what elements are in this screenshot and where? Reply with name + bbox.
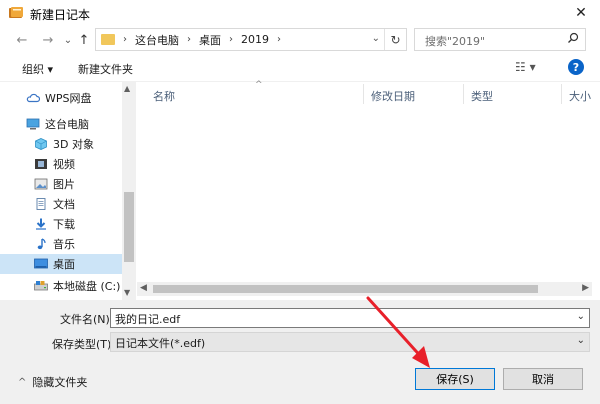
computer-icon xyxy=(26,118,40,130)
column-divider[interactable] xyxy=(463,84,464,104)
sidebar-item-documents[interactable]: 文档 xyxy=(0,194,122,214)
breadcrumb-separator: › xyxy=(123,34,127,45)
sidebar-item-label: 下载 xyxy=(53,218,75,231)
search-box[interactable]: 搜索"2019" xyxy=(414,28,586,51)
help-icon[interactable]: ? xyxy=(568,59,584,75)
back-arrow-icon[interactable]: ← xyxy=(14,32,30,48)
sidebar-item-label: WPS网盘 xyxy=(45,92,92,105)
address-bar[interactable]: › 这台电脑 › 桌面 › 2019 › ⌄ ↻ xyxy=(95,28,407,51)
column-divider[interactable] xyxy=(363,84,364,104)
column-header-type[interactable]: 类型 xyxy=(471,88,493,104)
sidebar-item-downloads[interactable]: 下载 xyxy=(0,214,122,234)
filename-label: 文件名(N): xyxy=(60,313,114,326)
sidebar-item-label: 音乐 xyxy=(53,238,75,251)
refresh-icon[interactable]: ↻ xyxy=(384,29,406,50)
window-title: 新建日记本 xyxy=(30,8,91,22)
sidebar-item-wps-cloud[interactable]: WPS网盘 xyxy=(0,88,122,108)
scroll-left-arrow-icon[interactable]: ◀ xyxy=(140,283,147,293)
scroll-down-arrow-icon[interactable]: ▼ xyxy=(124,288,130,297)
toolbar: 组织 ▾ 新建文件夹 ☷ ▾ ? xyxy=(0,54,600,82)
breadcrumb-this-pc[interactable]: 这台电脑 xyxy=(135,32,179,48)
sidebar-item-pictures[interactable]: 图片 xyxy=(0,174,122,194)
title-bar: 新建日记本 ✕ xyxy=(0,0,600,26)
dialog-footer: ^ 隐藏文件夹 保存(S) 取消 xyxy=(0,362,600,404)
horizontal-scrollbar[interactable]: ◀ ▶ xyxy=(137,282,592,296)
music-icon xyxy=(37,238,46,250)
sidebar-item-3d-objects[interactable]: 3D 对象 xyxy=(0,134,122,154)
sidebar-item-label: 桌面 xyxy=(53,258,75,271)
sidebar-item-label: 视频 xyxy=(53,158,75,171)
sidebar-item-videos[interactable]: 视频 xyxy=(0,154,122,174)
chevron-down-icon[interactable]: ⌄ xyxy=(577,311,585,322)
picture-icon xyxy=(34,178,48,190)
notebook-app-icon xyxy=(9,7,23,18)
document-icon xyxy=(36,198,46,210)
view-options-icon[interactable]: ☷ ▾ xyxy=(515,60,536,74)
recent-locations-chevron-icon[interactable]: ⌄ xyxy=(60,32,76,48)
hide-folders-label: 隐藏文件夹 xyxy=(32,376,88,389)
filename-value[interactable]: 我的日记.edf xyxy=(115,313,180,326)
column-header-size[interactable]: 大小 xyxy=(569,88,591,104)
sidebar-item-label: 文档 xyxy=(53,198,75,211)
column-divider[interactable] xyxy=(561,84,562,104)
new-folder-button[interactable]: 新建文件夹 xyxy=(78,61,133,77)
sidebar-item-this-pc[interactable]: 这台电脑 xyxy=(0,114,122,134)
chevron-down-icon[interactable]: ⌄ xyxy=(577,335,585,346)
drive-icon xyxy=(34,281,48,291)
sort-ascending-icon: ^ xyxy=(255,80,263,90)
cancel-button[interactable]: 取消 xyxy=(503,368,583,390)
column-header-name[interactable]: 名称 xyxy=(153,88,175,104)
organize-button[interactable]: 组织 ▾ xyxy=(22,61,53,77)
cube-icon xyxy=(35,138,47,150)
save-button[interactable]: 保存(S) xyxy=(415,368,495,390)
video-icon xyxy=(35,159,47,169)
scroll-up-arrow-icon[interactable]: ▲ xyxy=(124,84,130,93)
scrollbar-thumb[interactable] xyxy=(153,285,538,293)
filetype-select[interactable]: 日记本文件(*.edf) ⌄ xyxy=(110,332,590,352)
cloud-icon xyxy=(26,93,40,103)
navigation-pane: WPS网盘 这台电脑 3D 对象 视频 图片 文档 下载 音乐 桌面 本地磁盘 … xyxy=(0,82,136,300)
search-placeholder: 搜索"2019" xyxy=(425,35,486,48)
scroll-right-arrow-icon[interactable]: ▶ xyxy=(582,283,589,293)
sidebar-item-label: 这台电脑 xyxy=(45,118,89,131)
close-icon[interactable]: ✕ xyxy=(572,4,590,22)
forward-arrow-icon[interactable]: → xyxy=(40,32,56,48)
breadcrumb-separator[interactable]: › xyxy=(229,34,233,45)
column-header-date-modified[interactable]: 修改日期 xyxy=(371,88,415,104)
hide-folders-toggle[interactable]: ^ 隐藏文件夹 xyxy=(18,374,87,390)
breadcrumb-desktop[interactable]: 桌面 xyxy=(199,32,221,48)
filetype-label: 保存类型(T): xyxy=(52,338,116,351)
sidebar-item-music[interactable]: 音乐 xyxy=(0,234,122,254)
sidebar-item-label: 3D 对象 xyxy=(53,138,94,151)
address-dropdown-icon[interactable]: ⌄ xyxy=(372,33,380,44)
download-icon xyxy=(36,218,46,230)
breadcrumb-separator[interactable]: › xyxy=(187,34,191,45)
filetype-value: 日记本文件(*.edf) xyxy=(115,337,206,350)
save-fields: 文件名(N): 我的日记.edf ⌄ 保存类型(T): 日记本文件(*.edf)… xyxy=(0,300,600,362)
breadcrumb-separator[interactable]: › xyxy=(277,34,281,45)
folder-icon xyxy=(101,34,115,45)
file-list: ^ 名称 修改日期 类型 大小 ◀ ▶ xyxy=(137,80,600,300)
navigation-scrollbar[interactable]: ▲ ▼ xyxy=(122,82,136,300)
desktop-icon xyxy=(34,258,48,269)
breadcrumb-2019[interactable]: 2019 xyxy=(241,33,269,46)
scrollbar-thumb[interactable] xyxy=(124,192,134,262)
chevron-up-icon: ^ xyxy=(18,376,27,388)
sidebar-item-desktop[interactable]: 桌面 xyxy=(0,254,122,274)
search-icon xyxy=(568,32,579,43)
up-arrow-icon[interactable]: ↑ xyxy=(76,32,92,48)
sidebar-item-label: 图片 xyxy=(53,178,75,191)
filename-input[interactable]: 我的日记.edf ⌄ xyxy=(110,308,590,328)
sidebar-item-label: 本地磁盘 (C:) xyxy=(53,280,121,293)
navigation-row: ← → ⌄ ↑ › 这台电脑 › 桌面 › 2019 › ⌄ ↻ 搜索"2019… xyxy=(0,26,600,54)
sidebar-item-local-disk-c[interactable]: 本地磁盘 (C:) xyxy=(0,276,122,296)
